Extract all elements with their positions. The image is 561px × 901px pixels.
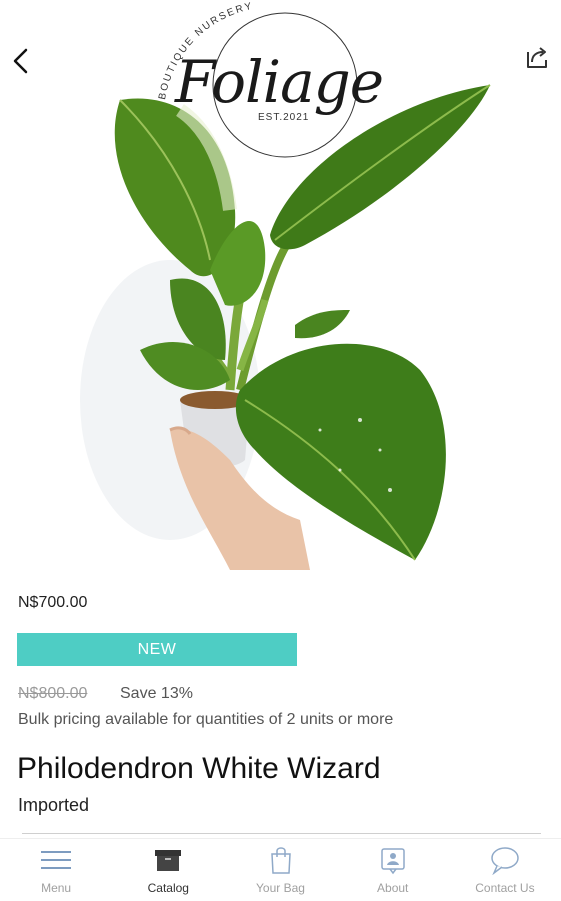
nav-item-catalog[interactable]: Catalog [112,839,224,901]
product-image-area: BOUTIQUE NURSERY Foliage EST.2021 [0,0,561,578]
share-button[interactable] [519,40,555,74]
save-percent: Save 13% [120,685,193,702]
product-price: N$700.00 [18,594,88,611]
new-badge: NEW [17,633,297,666]
divider [22,833,541,834]
original-price: N$800.00 [18,685,88,702]
logo-est: EST.2021 [258,112,310,123]
catalog-box-icon [155,850,182,871]
back-arrow-icon [13,48,28,74]
product-title: Philodendron White Wizard [17,752,381,785]
share-icon [527,47,547,68]
nav-item-contact-us[interactable]: Contact Us [449,839,561,901]
nav-item-about[interactable]: About [337,839,449,901]
product-subtitle: Imported [18,795,90,815]
bulk-pricing-note: Bulk pricing available for quantities of… [18,711,394,728]
nav-label: Contact Us [475,881,535,895]
about-icon [380,848,405,875]
chat-bubble-icon [491,847,519,875]
nav-label: Menu [41,881,72,895]
nav-label: Catalog [147,881,189,895]
bag-icon [270,847,291,874]
logo-name: Foliage [175,48,384,116]
nav-item-menu[interactable]: Menu [0,839,112,901]
bottom-nav: Menu Catalog Your Bag About Contact Us [0,838,561,901]
menu-icon [41,851,72,869]
nav-item-your-bag[interactable]: Your Bag [224,839,336,901]
back-button[interactable] [8,44,32,78]
nav-label: About [377,881,409,895]
nav-label: Your Bag [256,881,305,895]
